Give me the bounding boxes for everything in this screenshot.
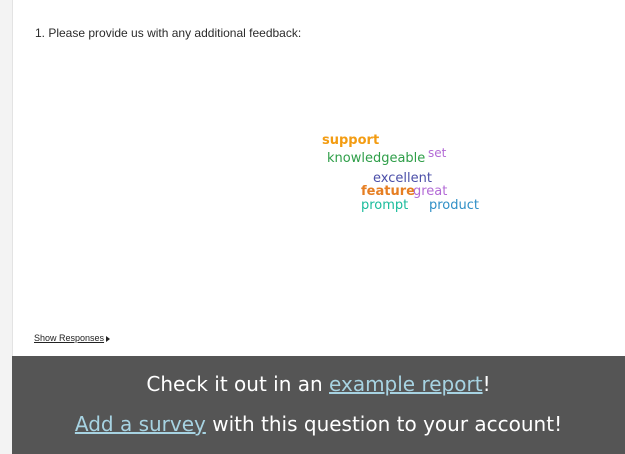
caret-right-icon <box>106 335 111 342</box>
show-responses-label: Show Responses <box>34 333 105 343</box>
cta-line2-suffix: with this question to your account! <box>205 412 563 436</box>
word-cloud-word-great: great <box>413 184 448 199</box>
cta-line-add-survey: Add a survey with this question to your … <box>12 412 625 436</box>
question-card: 1. Please provide us with any additional… <box>12 0 625 356</box>
show-responses-link[interactable]: Show Responses <box>34 333 111 343</box>
word-cloud-word-set: set <box>428 146 447 160</box>
word-cloud-word-prompt: prompt <box>361 198 409 213</box>
page: 1. Please provide us with any additional… <box>0 0 625 454</box>
cta-line-example-report: Check it out in an example report! <box>12 372 625 396</box>
word-cloud-word-support: support <box>322 133 380 148</box>
cta-line1-prefix: Check it out in an <box>146 372 330 396</box>
add-survey-link[interactable]: Add a survey <box>75 412 206 436</box>
cta-line1-suffix: ! <box>482 372 491 396</box>
example-report-link[interactable]: example report <box>329 372 483 396</box>
word-cloud-word-knowledgeable: knowledgeable <box>327 151 426 166</box>
question-title: 1. Please provide us with any additional… <box>35 26 302 40</box>
cta-banner: Check it out in an example report! Add a… <box>12 356 625 454</box>
word-cloud-word-feature: feature <box>361 184 415 199</box>
word-cloud-word-product: product <box>429 198 480 213</box>
